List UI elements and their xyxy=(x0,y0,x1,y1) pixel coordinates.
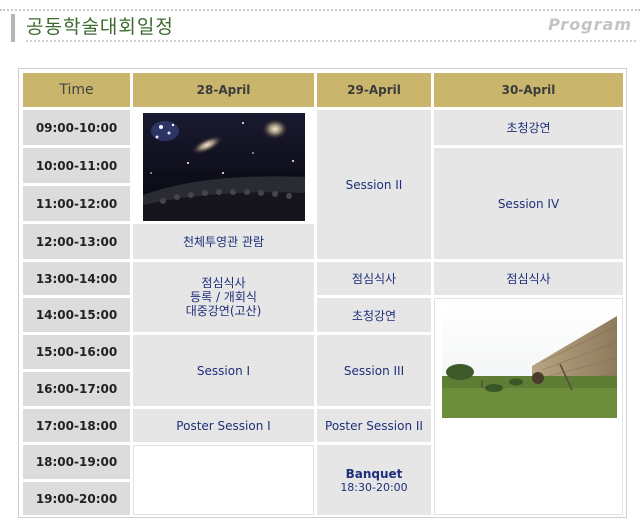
event-lunch-registration: 점심식사 등록 / 개회식 대중강연(고산) xyxy=(133,262,314,332)
time-cell: 14:00-15:00 xyxy=(23,298,130,332)
column-header-day2: 29-April xyxy=(317,73,431,107)
schedule-table: Time 28-April 29-April 30-April 09:00-10… xyxy=(18,68,627,518)
page-title: 공동학술대회일정 xyxy=(26,16,174,38)
column-header-day1: 28-April xyxy=(133,73,314,107)
time-cell: 11:00-12:00 xyxy=(23,186,130,221)
event-session-3: Session III xyxy=(317,335,431,406)
event-poster-session-1: Poster Session I xyxy=(133,409,314,442)
title-accent-bar xyxy=(11,14,15,42)
event-poster-session-2: Poster Session II xyxy=(317,409,431,442)
event-planetarium: 천체투영관 관람 xyxy=(133,224,314,259)
lunch-label: 점심식사 xyxy=(201,276,246,290)
event-session-1: Session I xyxy=(133,335,314,406)
banquet-time: 18:30-20:00 xyxy=(340,480,408,494)
time-cell: 16:00-17:00 xyxy=(23,372,130,406)
event-session-4: Session IV xyxy=(434,148,623,259)
empty-cell xyxy=(133,445,314,515)
title-dotted-divider xyxy=(26,40,636,42)
observatory-photo xyxy=(442,306,618,418)
time-cell: 12:00-13:00 xyxy=(23,224,130,259)
column-header-day3: 30-April xyxy=(434,73,623,107)
column-header-time: Time xyxy=(23,73,130,107)
time-cell: 18:00-19:00 xyxy=(23,445,130,479)
event-banquet: Banquet 18:30-20:00 xyxy=(317,445,431,515)
event-lunch-day3: 점심식사 xyxy=(434,262,623,295)
public-lecture-label: 대중강연(고산) xyxy=(185,304,262,318)
event-lunch-day2: 점심식사 xyxy=(317,262,431,295)
time-cell: 10:00-11:00 xyxy=(23,148,130,183)
planetarium-photo xyxy=(143,113,305,221)
registration-label: 등록 / 개회식 xyxy=(190,290,257,304)
event-session-2: Session II xyxy=(317,110,431,259)
banquet-title: Banquet xyxy=(345,466,403,481)
time-cell: 19:00-20:00 xyxy=(23,482,130,515)
time-cell: 15:00-16:00 xyxy=(23,335,130,369)
event-invited-talk-day2: 초청강연 xyxy=(317,298,431,332)
program-label: Program xyxy=(548,15,632,34)
time-cell: 09:00-10:00 xyxy=(23,110,130,145)
time-cell: 13:00-14:00 xyxy=(23,262,130,295)
event-invited-talk-day3: 초청강연 xyxy=(434,110,623,145)
time-cell: 17:00-18:00 xyxy=(23,409,130,442)
top-dotted-divider xyxy=(0,9,640,11)
